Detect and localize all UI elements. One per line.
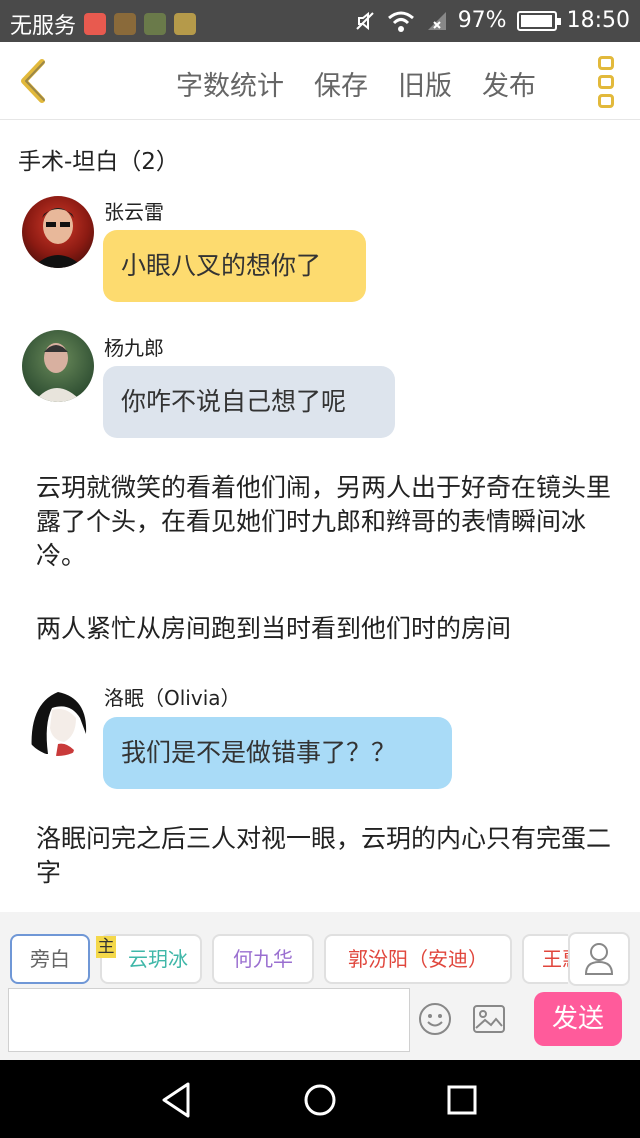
more-menu-icon[interactable] — [598, 56, 616, 108]
home-nav-icon[interactable] — [298, 1078, 342, 1122]
character-selector[interactable]: 旁白 云玥冰 何九华 郭汾阳（安迪） 王惠 — [8, 934, 568, 984]
speaker-name: 洛眠（Olivia） — [104, 686, 241, 710]
character-chip-label: 云玥冰 — [128, 947, 188, 971]
character-chip-label: 王惠 — [542, 947, 568, 971]
avatar-illustration-icon — [31, 692, 87, 756]
word-count-button[interactable]: 字数统计 — [176, 64, 284, 103]
character-list-button[interactable] — [568, 932, 630, 986]
message-bubble[interactable]: 你咋不说自己想了呢 — [103, 366, 395, 438]
narration-text[interactable]: 云玥就微笑的看着他们闹，另两人出于好奇在镜头里露了个头，在看见她们时九郎和辫哥的… — [36, 471, 616, 573]
battery-percent: 97% — [457, 8, 507, 33]
narration-text[interactable]: 洛眠问完之后三人对视一眼，云玥的内心只有完蛋二字 — [36, 822, 616, 890]
host-badge: 主 — [96, 936, 116, 958]
narration-text[interactable]: 两人紧忙从房间跑到当时看到他们时的房间 — [36, 612, 616, 646]
old-version-button[interactable]: 旧版 — [398, 64, 452, 103]
app-notification-icon — [84, 13, 107, 35]
recents-nav-icon[interactable] — [440, 1078, 484, 1122]
character-chip-guofenyang[interactable]: 郭汾阳（安迪） — [324, 934, 512, 984]
wifi-icon — [387, 11, 414, 32]
message-bubble[interactable]: 我们是不是做错事了？？ — [103, 717, 452, 789]
message-bubble[interactable]: 小眼八叉的想你了 — [103, 230, 366, 302]
publish-button[interactable]: 发布 — [482, 64, 536, 103]
avatar[interactable] — [22, 330, 94, 402]
image-icon[interactable] — [472, 1004, 506, 1034]
character-chip-hejiuhua[interactable]: 何九华 — [212, 934, 314, 984]
avatar-photo-icon — [32, 208, 84, 268]
character-chip-narrator[interactable]: 旁白 — [10, 934, 90, 984]
system-navigation-bar — [0, 1060, 640, 1138]
signal-icon — [427, 11, 446, 30]
save-button[interactable]: 保存 — [314, 64, 368, 103]
message-input[interactable] — [8, 988, 410, 1052]
chat-content: 张云雷 小眼八叉的想你了 杨九郎 你咋不说自己想了呢 云玥就微笑的看着他们闹，另… — [0, 190, 640, 910]
header-menu: 字数统计 保存 旧版 发布 — [176, 64, 536, 103]
character-chip-label: 何九华 — [233, 947, 293, 971]
battery-icon — [516, 10, 561, 31]
emoji-icon[interactable] — [418, 1002, 452, 1036]
status-bar: 无服务 97% 18:50 — [0, 0, 640, 42]
character-chip-label: 旁白 — [30, 947, 70, 971]
character-chip-wanghui[interactable]: 王惠 — [522, 934, 568, 984]
avatar[interactable] — [22, 196, 94, 268]
chapter-title: 手术-坦白（2） — [18, 149, 179, 175]
speaker-name: 杨九郎 — [104, 336, 164, 360]
send-button[interactable]: 发送 — [534, 992, 622, 1046]
speaker-name: 张云雷 — [104, 200, 164, 224]
person-icon — [584, 943, 614, 975]
carrier-label: 无服务 — [10, 14, 77, 39]
back-nav-icon[interactable] — [156, 1078, 200, 1122]
avatar-photo-icon — [34, 343, 82, 402]
app-notification-icon — [144, 13, 167, 35]
app-notification-icon — [114, 13, 137, 35]
clock: 18:50 — [566, 8, 630, 33]
character-chip-label: 郭汾阳（安迪） — [348, 947, 488, 971]
app-notification-icon — [174, 13, 197, 35]
avatar[interactable] — [22, 684, 94, 756]
mute-icon — [355, 11, 374, 30]
back-icon[interactable] — [14, 56, 54, 106]
editor-header: 字数统计 保存 旧版 发布 — [0, 42, 640, 120]
composer-panel: 旁白 云玥冰 何九华 郭汾阳（安迪） 王惠 主 发送 — [0, 912, 640, 1060]
